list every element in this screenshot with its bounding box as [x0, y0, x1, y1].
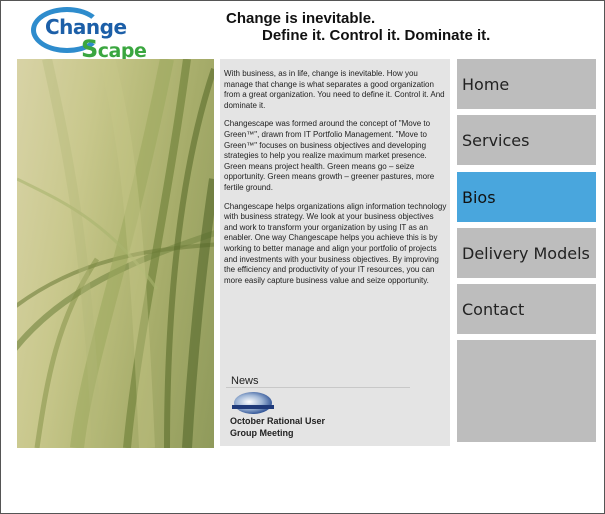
grass-blades-graphic — [17, 59, 214, 448]
nav-item-services[interactable]: Services — [457, 115, 596, 165]
tagline-line-2: Define it. Control it. Dominate it. — [262, 27, 491, 44]
news-divider — [226, 387, 410, 388]
content-body: With business, as in life, change is ine… — [224, 69, 448, 294]
news-item-link[interactable]: October Rational User Group Meeting — [230, 416, 340, 439]
rational-user-group-logo-icon[interactable] — [234, 392, 272, 414]
logo-band-shape — [232, 405, 274, 409]
nav-label-bios: Bios — [462, 187, 496, 207]
move-to-green-paragraph: Changescape was formed around the concep… — [224, 119, 435, 192]
nav-label-contact: Contact — [462, 299, 525, 319]
nav-item-bios[interactable]: Bios — [457, 172, 596, 222]
nav-empty-block — [457, 340, 596, 442]
nav-item-delivery-models[interactable]: Delivery Models — [457, 228, 596, 278]
nav-item-home[interactable]: Home — [457, 59, 596, 109]
news-heading: News — [231, 375, 259, 387]
main-content-panel: With business, as in life, change is ine… — [220, 59, 450, 446]
grass-photo — [17, 59, 214, 448]
changescape-logo[interactable]: Change Scape — [31, 5, 147, 63]
nav-label-home: Home — [462, 74, 510, 94]
alignment-paragraph: Changescape helps organizations align in… — [224, 201, 447, 285]
tagline-line-1: Change is inevitable. — [226, 10, 376, 27]
nav-label-services: Services — [462, 130, 530, 150]
intro-paragraph: With business, as in life, change is ine… — [224, 69, 445, 110]
nav-label-delivery-models: Delivery Models — [462, 243, 590, 263]
nav-item-contact[interactable]: Contact — [457, 284, 596, 334]
page-frame: Change Scape Change is inevitable. Defin… — [0, 0, 605, 514]
tagline: Change is inevitable. Define it. Control… — [226, 10, 490, 44]
